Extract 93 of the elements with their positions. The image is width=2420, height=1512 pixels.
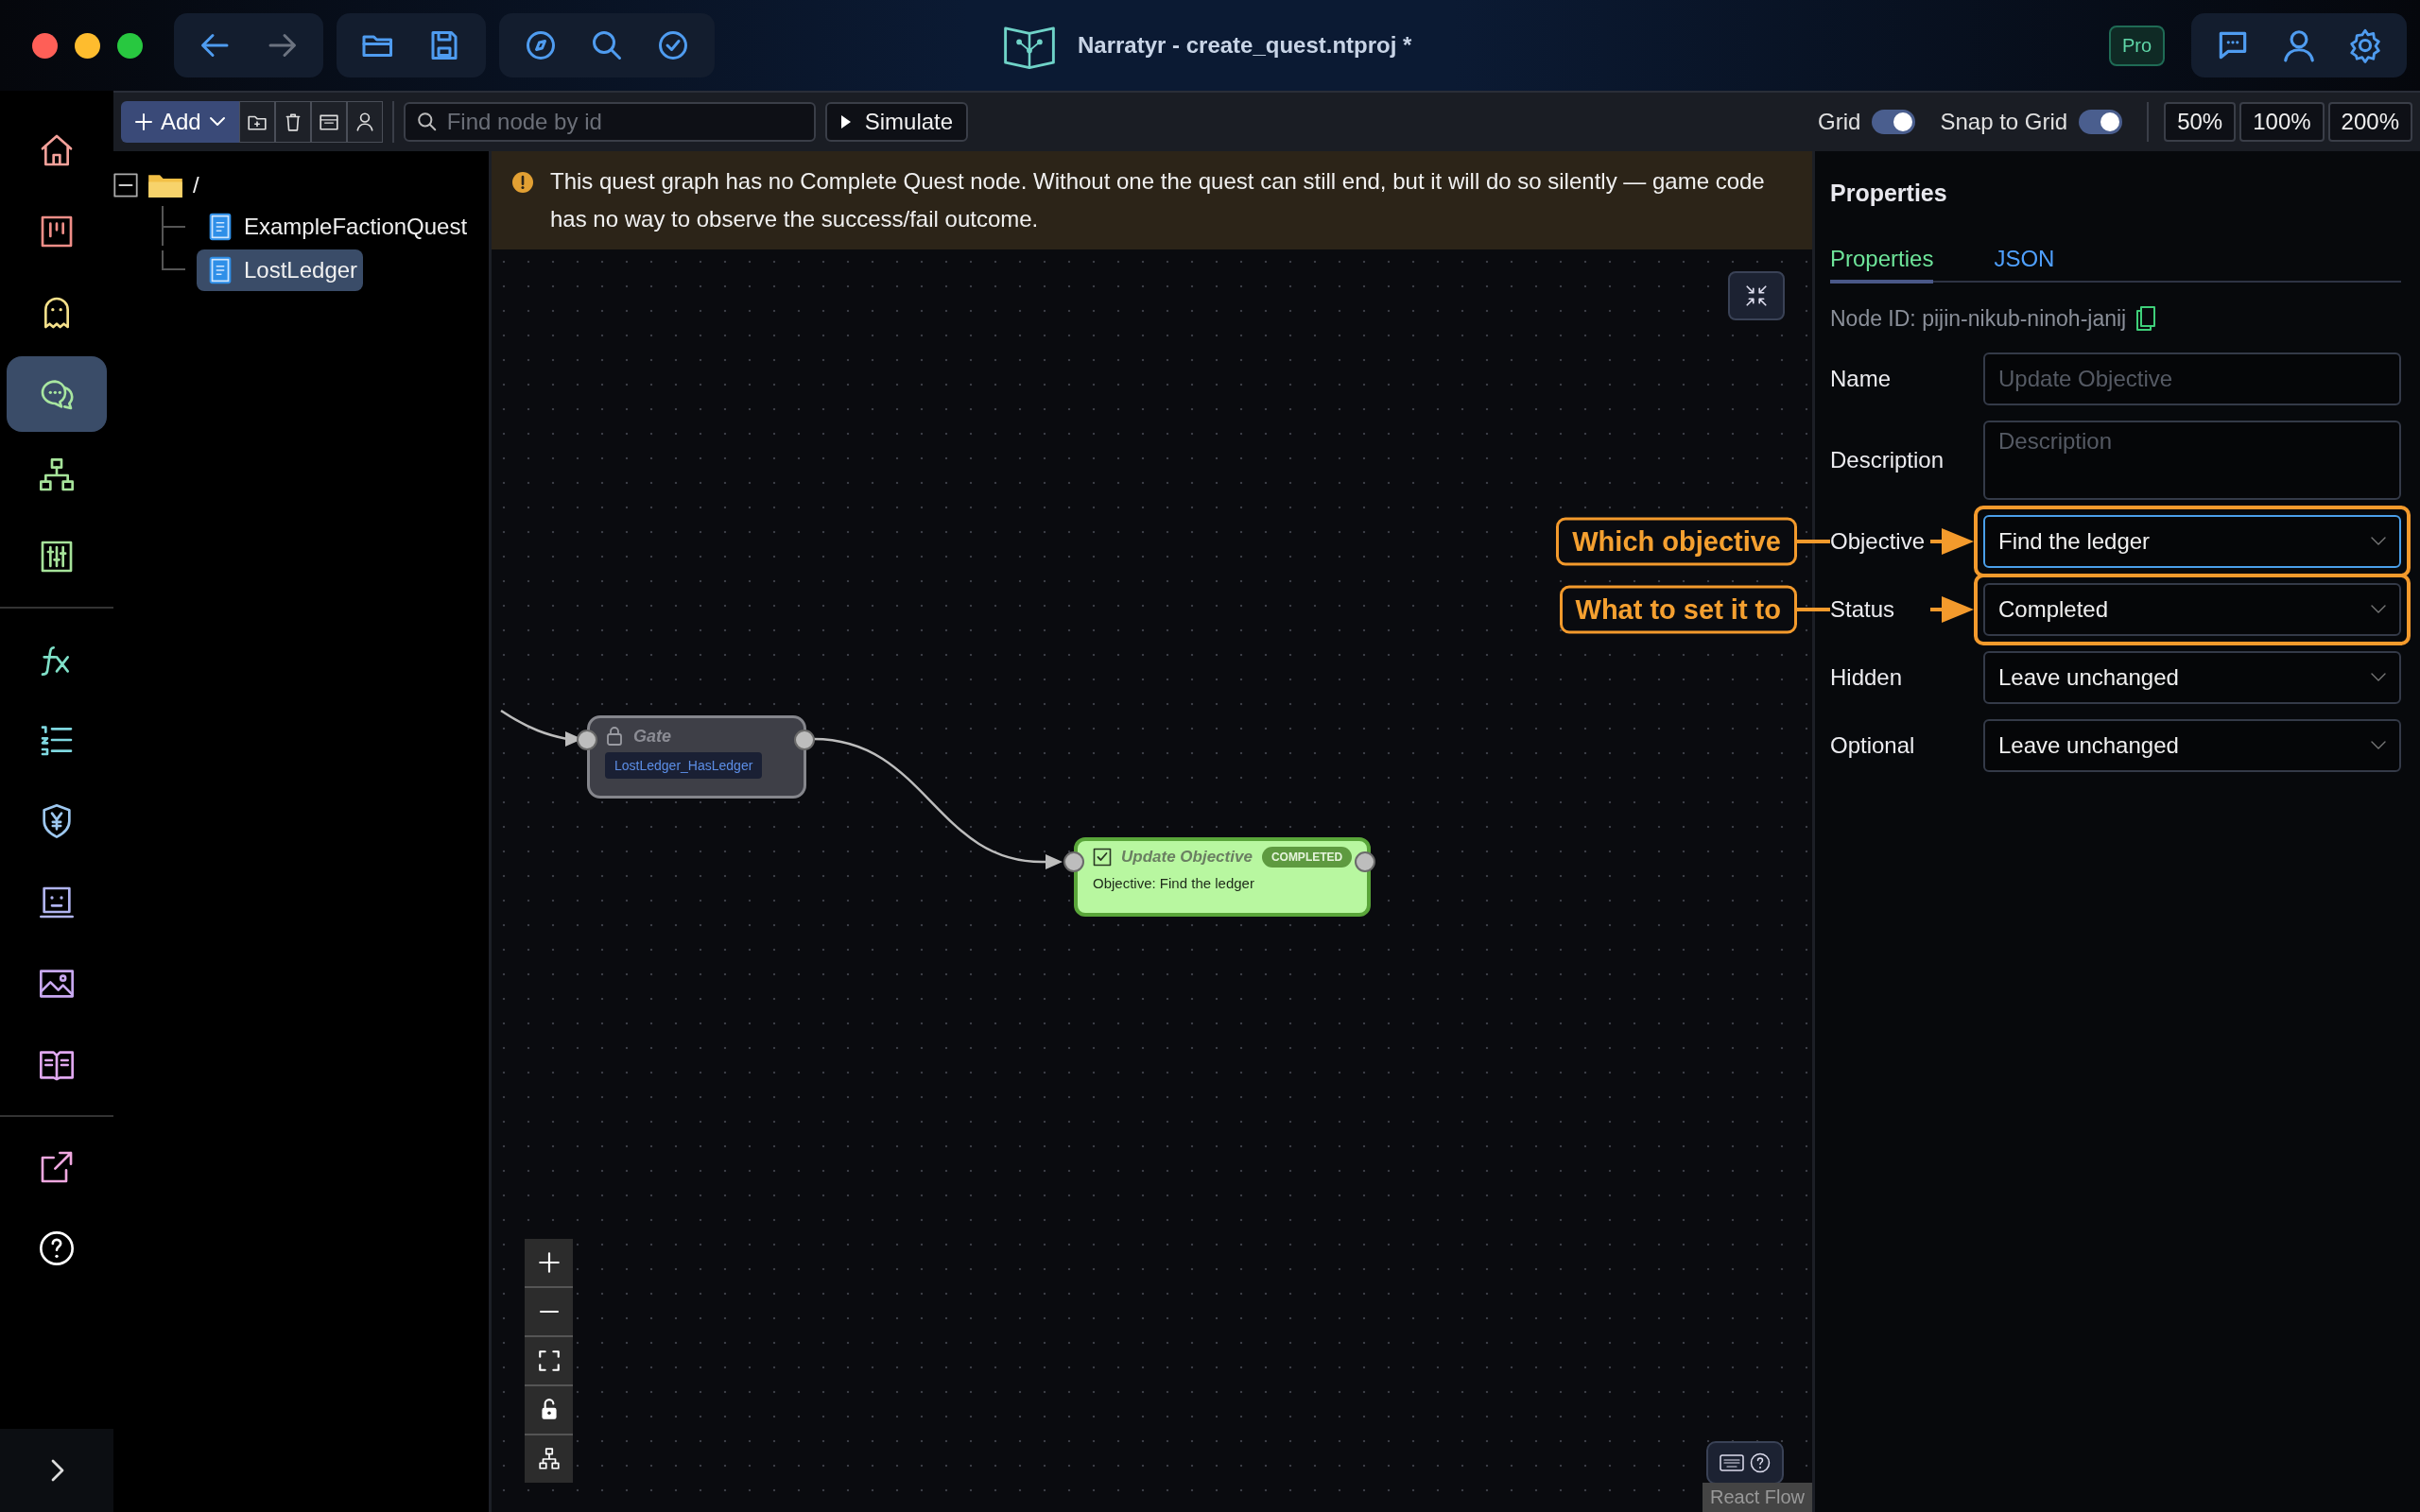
connection-handle[interactable]	[1063, 851, 1084, 872]
keyboard-help-button[interactable]	[1706, 1441, 1784, 1485]
callout-arrow	[1930, 528, 1974, 555]
checkbox-icon	[1093, 848, 1112, 867]
condition-tag: LostLedger_HasLedger	[605, 752, 763, 779]
window-control[interactable]	[117, 32, 143, 59]
plus-icon	[536, 1250, 562, 1275]
dropdown[interactable]: Leave unchanged	[1983, 719, 2401, 772]
search-icon	[416, 112, 438, 132]
zoom-level-button[interactable]: 200%	[2327, 102, 2412, 142]
chevron-down-icon	[2371, 537, 2386, 546]
fit-view-icon	[536, 1349, 562, 1373]
user-button[interactable]	[346, 101, 383, 143]
connection-handle[interactable]	[794, 730, 815, 750]
lock-icon	[605, 726, 624, 747]
fit-view-button[interactable]	[525, 1337, 573, 1384]
play-icon	[839, 114, 852, 129]
tree-item[interactable]: ExampleFactionQuest	[197, 206, 474, 248]
dropdown[interactable]: Completed	[1983, 583, 2401, 636]
trash-button[interactable]	[274, 101, 311, 143]
window-control[interactable]	[32, 32, 58, 59]
zoom-level-button[interactable]: 50%	[2164, 102, 2237, 142]
warning-icon	[512, 172, 533, 193]
warning-text: This quest graph has no Complete Quest node. Without one the quest can still end, but it will do so silently — game code has no way to observe the success/fail outcome.	[550, 167, 1766, 233]
help-icon	[1750, 1452, 1771, 1473]
new-folder-button[interactable]	[238, 101, 275, 143]
fit-view-button[interactable]	[1728, 271, 1785, 320]
help-icon	[38, 1229, 76, 1267]
objective-node[interactable]: Update Objective COMPLETED Objective: Find the ledger	[1074, 837, 1371, 917]
plus-icon	[134, 112, 153, 131]
user-icon	[2281, 27, 2317, 63]
attribution-text: React Flow	[1702, 1483, 1812, 1512]
field-label: Objective	[1830, 528, 1926, 554]
toggle-label: Snap to Grid	[1940, 109, 2068, 135]
simulate-button[interactable]: Simulate	[824, 102, 969, 142]
callout-arrow	[1930, 596, 1974, 623]
callout-label: What to set it to	[1559, 585, 1797, 634]
leader-line	[1797, 540, 1830, 543]
chevron-down-icon	[2371, 605, 2386, 614]
plan-badge: Pro	[2108, 25, 2165, 66]
copy-button[interactable]	[2135, 305, 2157, 332]
field-label: Optional	[1830, 732, 1915, 758]
status-badge: COMPLETED	[1261, 847, 1353, 868]
minus-box-icon	[113, 173, 138, 198]
field-label: Name	[1830, 366, 1892, 391]
tree-line	[161, 249, 187, 271]
gate-node[interactable]: Gate LostLedger_HasLedger	[587, 715, 806, 799]
calendar-button[interactable]	[310, 101, 347, 143]
dropdown[interactable]: Find the ledger	[1983, 515, 2401, 568]
search-icon	[590, 28, 624, 62]
field-label: Hidden	[1830, 664, 1903, 690]
window-title: Narratyr - create_quest.ntproj *	[1078, 32, 1412, 59]
collapse-arrows-icon	[1744, 284, 1769, 308]
connection-handle[interactable]	[577, 730, 597, 750]
layout-button[interactable]	[525, 1435, 573, 1483]
keyboard-icon	[1720, 1453, 1744, 1472]
settings-icon	[2347, 27, 2383, 63]
node-title: Update Objective	[1121, 848, 1253, 867]
node-title: Gate	[633, 726, 672, 747]
name-field[interactable]: Update Objective	[1983, 352, 2401, 405]
toggle-label: Grid	[1818, 109, 1861, 135]
sidebar-item[interactable]	[7, 356, 107, 432]
leader-line	[1797, 608, 1830, 611]
field-label: Description	[1830, 447, 1945, 472]
add-button[interactable]: Add	[121, 101, 239, 143]
window-control[interactable]	[75, 32, 100, 59]
dropdown[interactable]: Leave unchanged	[1983, 651, 2401, 704]
panel-title: Properties	[1830, 179, 1948, 208]
copy-icon	[2135, 305, 2157, 332]
compass-icon	[524, 28, 558, 62]
hierarchy-icon	[536, 1447, 562, 1471]
collapse-toggle[interactable]	[113, 173, 138, 198]
caret-icon	[208, 116, 226, 128]
description-field[interactable]: Description	[1983, 421, 2401, 500]
tree-line	[161, 206, 187, 248]
check-circle-icon	[656, 28, 690, 62]
toggle-switch[interactable]	[2079, 110, 2123, 134]
chevron-down-icon	[2371, 741, 2386, 750]
field-label: Status	[1830, 596, 1895, 622]
node-text: Objective: Find the ledger	[1093, 875, 1255, 891]
lock-button[interactable]	[525, 1386, 573, 1434]
search-field[interactable]: Find node by id	[403, 102, 816, 142]
chevron-down-icon	[2371, 673, 2386, 682]
callout-label: Which objective	[1556, 517, 1797, 566]
tree-item[interactable]: LostLedger	[197, 249, 364, 291]
zoom-level-button[interactable]: 100%	[2239, 102, 2325, 142]
tab[interactable]: JSON	[1994, 246, 2055, 284]
zoom-in-button[interactable]	[525, 1239, 573, 1286]
connection-handle[interactable]	[1355, 851, 1375, 872]
folder-name[interactable]: /	[193, 172, 199, 198]
node-id-text: Node ID: pijin-nikub-ninoh-janij	[1830, 305, 2127, 332]
toggle-switch[interactable]	[1872, 110, 1916, 134]
tab[interactable]: Properties	[1830, 246, 1934, 284]
